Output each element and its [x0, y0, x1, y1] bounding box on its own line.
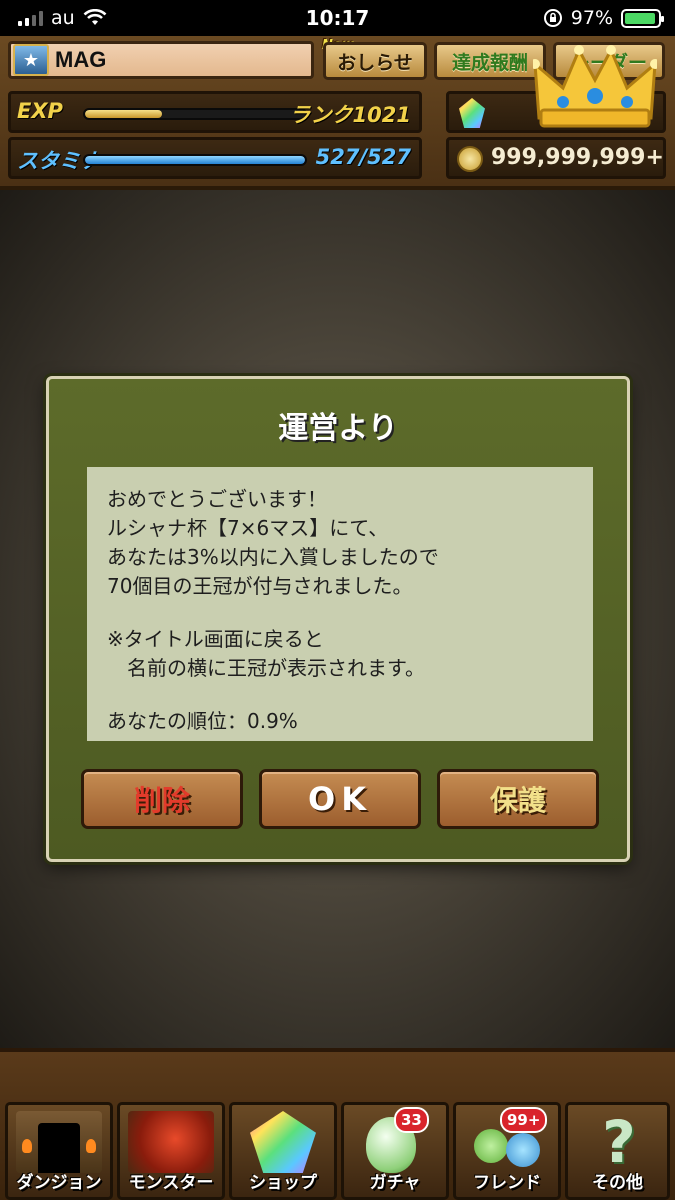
note-line: ※タイトル画面に戻ると — [107, 627, 324, 651]
exp-label: EXP — [17, 99, 63, 123]
status-bar: au 10:17 97% — [0, 0, 675, 36]
magic-stone-icon — [459, 98, 485, 128]
shop-gem-icon — [250, 1111, 316, 1173]
achievements-button[interactable]: 達成報酬 — [434, 42, 546, 80]
nav-label: ダンジョン — [16, 1173, 102, 1193]
nav-shop[interactable]: ショップ — [229, 1102, 337, 1200]
message-note: ※タイトル画面に戻ると 名前の横に王冠が表示されます。 — [107, 625, 573, 683]
coin-box: 999,999,999+ — [446, 137, 666, 179]
question-mark-icon: ? — [602, 1108, 636, 1176]
crown-icon — [533, 45, 657, 128]
status-right: 97% — [543, 0, 664, 36]
note-line: 名前の横に王冠が表示されます。 — [107, 656, 425, 680]
nav-label: その他 — [592, 1173, 643, 1193]
message-line: あなたは3%以内に入賞しましたので — [107, 545, 439, 569]
gacha-badge: 33 — [394, 1107, 429, 1133]
battery-percent: 97% — [570, 7, 613, 29]
stamina-box: スタミナ 527/527 — [8, 137, 422, 179]
player-hud: ★ MAG New おしらせ 達成報酬 レーダー EXP ランク1021 スタミ… — [0, 36, 675, 190]
nav-label: ガチャ — [369, 1173, 421, 1193]
rank-result: あなたの順位：0.9% — [107, 709, 298, 733]
bottom-nav: ダンジョン モンスター ショップ 33 ガチャ 99+ フレンド ? その他 — [0, 1048, 675, 1200]
rank-value: ランク1021 — [289, 103, 411, 127]
stamina-value: 527/527 — [315, 145, 411, 169]
friend-badge: 99+ — [500, 1107, 548, 1133]
nav-friend[interactable]: 99+ フレンド — [453, 1102, 561, 1200]
dungeon-gate-icon — [16, 1111, 102, 1173]
player-name: MAG — [55, 47, 107, 72]
ok-button[interactable]: OK — [259, 769, 421, 829]
coin-value: 999,999,999+ — [491, 145, 664, 170]
player-name-box[interactable]: ★ MAG — [8, 41, 314, 79]
nav-gacha[interactable]: 33 ガチャ — [341, 1102, 449, 1200]
leader-avatar-icon: ★ — [13, 44, 49, 76]
message-line: おめでとうございます！ — [107, 487, 327, 511]
notice-button[interactable]: おしらせ — [323, 42, 427, 80]
message-line: ルシャナ杯【7×6マス】にて、 — [107, 516, 389, 540]
delete-button[interactable]: 削除 — [81, 769, 243, 829]
monster-dragon-icon — [128, 1111, 214, 1173]
message-line: 70個目の王冠が付与されました。 — [107, 574, 413, 598]
stamina-bar — [83, 154, 307, 166]
message-body: おめでとうございます！ ルシャナ杯【7×6マス】にて、 あなたは3%以内に入賞し… — [87, 467, 593, 741]
nav-other[interactable]: ? その他 — [565, 1102, 670, 1200]
protect-button[interactable]: 保護 — [437, 769, 599, 829]
nav-label: フレンド — [473, 1173, 541, 1193]
nav-label: ショップ — [249, 1173, 317, 1193]
nav-monster[interactable]: モンスター — [117, 1102, 225, 1200]
exp-box: EXP ランク1021 — [8, 91, 422, 133]
nav-dungeon[interactable]: ダンジョン — [5, 1102, 113, 1200]
message-dialog: 運営より おめでとうございます！ ルシャナ杯【7×6マス】にて、 あなたは3%以… — [46, 376, 630, 862]
nav-label: モンスター — [128, 1173, 214, 1193]
coin-icon — [457, 146, 483, 172]
dialog-title: 運営より — [278, 411, 398, 446]
rotation-lock-icon — [543, 9, 562, 27]
battery-icon — [621, 8, 664, 28]
exp-bar — [83, 108, 307, 120]
